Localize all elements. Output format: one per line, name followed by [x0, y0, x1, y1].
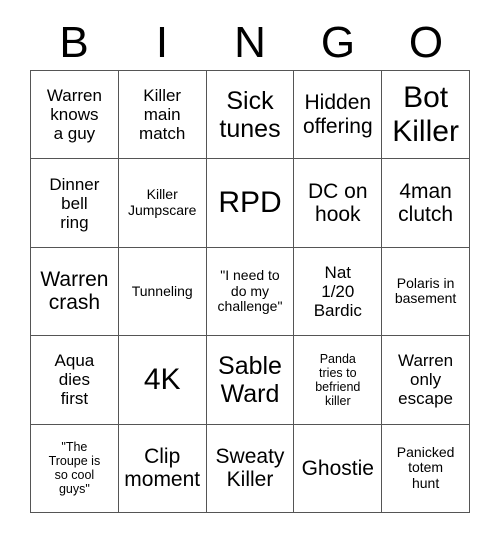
bingo-cell-text: Panda tries to befriend killer: [315, 351, 361, 408]
bingo-cell-text: Warren only escape: [398, 351, 454, 409]
bingo-cell-text: Ghostie: [301, 456, 374, 480]
bingo-cell[interactable]: Polaris in basement: [382, 247, 470, 337]
bingo-cell[interactable]: Warren crash: [31, 247, 119, 337]
bingo-cell-text: Sweaty Killer: [215, 444, 285, 492]
bingo-cell[interactable]: Hidden offering: [294, 71, 383, 160]
bingo-cell[interactable]: Sweaty Killer: [206, 424, 295, 513]
bingo-cell[interactable]: Panda tries to befriend killer: [294, 336, 383, 425]
header-letter-b: B: [59, 18, 89, 67]
header-letter-n: N: [234, 18, 266, 67]
bingo-cell-text: Tunneling: [131, 282, 193, 299]
bingo-cell[interactable]: Tunneling: [118, 247, 207, 337]
bingo-header: B I N G O: [30, 16, 470, 70]
bingo-cell-text: Hidden offering: [302, 91, 373, 138]
bingo-cell-text: Bot Killer: [392, 81, 459, 148]
bingo-cell-text: RPD: [218, 186, 282, 220]
bingo-cell-text: Clip moment: [124, 444, 201, 492]
bingo-cell[interactable]: 4man clutch: [382, 159, 470, 248]
bingo-cell-text: Warren knows a guy: [46, 86, 102, 144]
bingo-cell[interactable]: "The Troupe is so cool guys": [31, 424, 119, 513]
bingo-cell-text: 4K: [143, 363, 181, 397]
bingo-cell[interactable]: Warren only escape: [382, 336, 470, 425]
bingo-cell[interactable]: Warren knows a guy: [31, 71, 119, 160]
bingo-cell[interactable]: Killer main match: [118, 71, 207, 160]
bingo-cell[interactable]: Clip moment: [118, 424, 207, 513]
bingo-grid: Warren knows a guy Killer main match Sic…: [30, 70, 470, 513]
bingo-cell[interactable]: Nat 1/20 Bardic: [294, 247, 383, 337]
bingo-cell[interactable]: Panicked totem hunt: [382, 424, 470, 513]
bingo-cell[interactable]: 4K: [118, 336, 207, 425]
bingo-cell[interactable]: DC on hook: [294, 159, 383, 248]
bingo-cell-text: Killer main match: [139, 86, 186, 144]
bingo-cell[interactable]: Bot Killer: [382, 71, 470, 160]
bingo-cell[interactable]: Dinner bell ring: [31, 159, 119, 248]
bingo-cell-text: 4man clutch: [398, 179, 454, 227]
bingo-cell[interactable]: "I need to do my challenge": [206, 247, 295, 337]
bingo-cell[interactable]: Aqua dies first: [31, 336, 119, 425]
bingo-cell-text: "The Troupe is so cool guys": [48, 440, 101, 497]
header-letter-g: G: [320, 18, 356, 67]
bingo-cell[interactable]: Killer Jumpscare: [118, 159, 207, 248]
header-letter-i: I: [155, 18, 169, 67]
bingo-cell-text: Killer Jumpscare: [127, 186, 197, 219]
bingo-cell-text: Dinner bell ring: [49, 174, 100, 232]
bingo-cell-text: Nat 1/20 Bardic: [313, 262, 362, 320]
bingo-cell-text: Panicked totem hunt: [396, 443, 455, 492]
bingo-cell[interactable]: Sable Ward: [206, 336, 295, 425]
bingo-cell-text: Sable Ward: [218, 351, 282, 408]
bingo-cell-text: Polaris in basement: [394, 274, 457, 307]
bingo-cell-text: Sick tunes: [219, 86, 281, 143]
bingo-cell-text: Aqua dies first: [54, 351, 95, 409]
bingo-cell[interactable]: RPD: [206, 159, 295, 248]
bingo-cell-text: "I need to do my challenge": [217, 266, 283, 315]
bingo-cell[interactable]: Sick tunes: [206, 71, 295, 160]
bingo-card: B I N G O Warren knows a guy Killer main…: [0, 0, 500, 544]
bingo-cell[interactable]: Ghostie: [294, 424, 383, 513]
bingo-cell-text: Warren crash: [40, 267, 109, 315]
bingo-cell-text: DC on hook: [308, 179, 368, 227]
header-letter-o: O: [408, 18, 444, 67]
